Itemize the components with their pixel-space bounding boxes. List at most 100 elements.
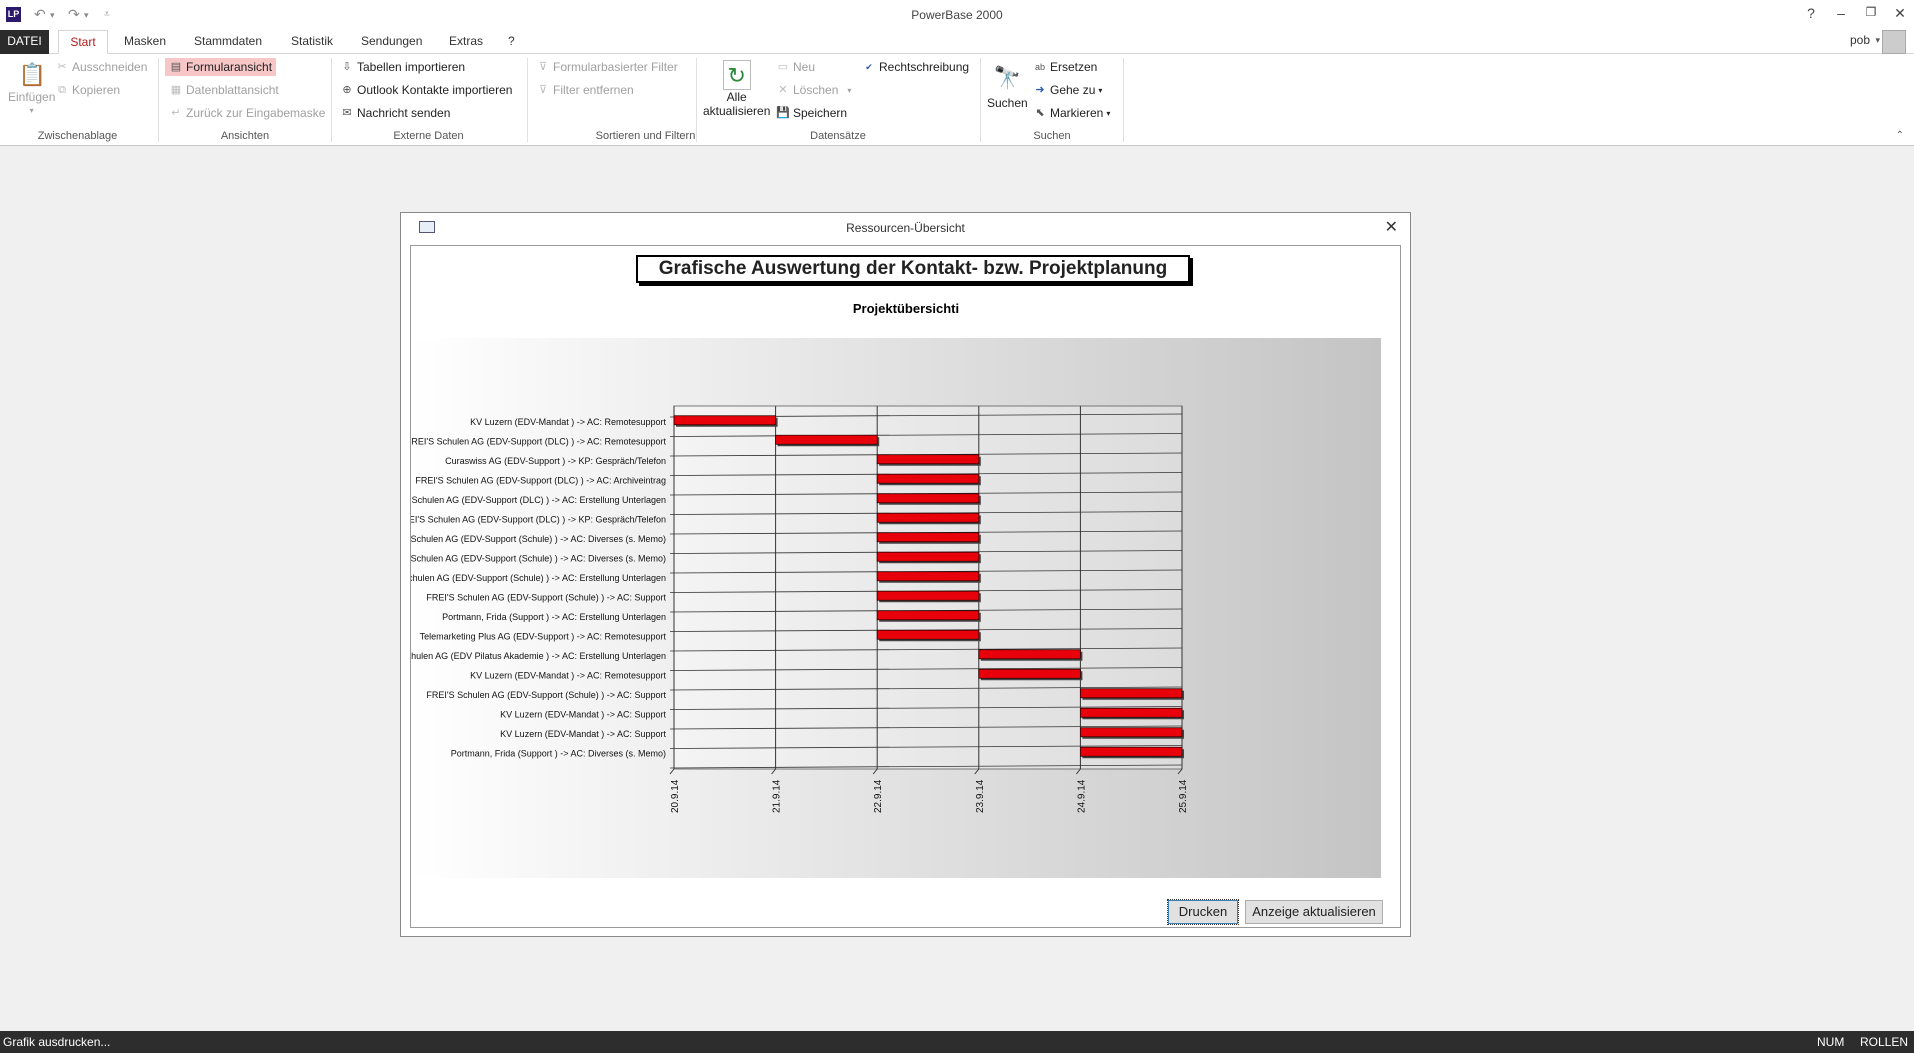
form-filter-button[interactable]: ⊽ Formularbasierter Filter [536, 60, 678, 74]
tab-datei[interactable]: DATEI [0, 30, 49, 54]
tab-statistik[interactable]: Statistik [285, 30, 339, 54]
back-icon: ↵ [171, 107, 181, 119]
group-external-data: Externe Daten [393, 130, 464, 142]
goto-button[interactable]: ➜ Gehe zu ▾ [1033, 83, 1102, 97]
y-category-label: KV Luzern (EDV-Mandat ) -> AC: Remotesup… [470, 670, 666, 680]
y-category-label: FREI'S Schulen AG (EDV-Support (DLC) ) -… [415, 475, 666, 485]
x-tick-label: 23.9.14 [975, 779, 986, 813]
filter-icon: ⊽ [538, 61, 548, 73]
tab-start[interactable]: Start [58, 30, 108, 54]
copy-button[interactable]: ⧉ Kopieren [55, 83, 120, 97]
import-outlook-label: Outlook Kontakte importieren [357, 83, 513, 97]
gantt-bar [876, 551, 980, 562]
form-view-button[interactable]: ▤ Formularansicht [165, 58, 277, 76]
back-to-input-button[interactable]: ↵ Zurück zur Eingabemaske [169, 106, 325, 120]
dialog-title: Ressourcen-Übersicht [846, 221, 965, 235]
clipboard-icon: 📋 [18, 62, 47, 87]
import-outlook-button[interactable]: ⊕ Outlook Kontakte importieren [340, 83, 512, 97]
x-tick-label: 22.9.14 [873, 779, 884, 813]
sheet-view-label: Datenblattansicht [186, 83, 279, 97]
tab-masken[interactable]: Masken [118, 30, 172, 54]
y-category-label: FREI'S Schulen AG (EDV-Support (Schule) … [411, 534, 666, 544]
import-icon: ⇩ [342, 61, 352, 73]
copy-icon: ⧉ [58, 84, 66, 96]
title-bar: LP ↶ ▾ ↷ ▾ ⩡ PowerBase 2000 ? – ❐ ✕ [0, 0, 1914, 30]
gantt-bar [876, 629, 980, 640]
minimize-icon[interactable]: – [1831, 5, 1851, 21]
message-icon: ✉ [342, 107, 352, 119]
group-clipboard: Zwischenablage [37, 130, 118, 142]
y-category-label: FREI'S Schulen AG (EDV-Support (DLC) ) -… [411, 514, 666, 524]
status-bar: Grafik ausdrucken... NUM ROLLEN [0, 1031, 1914, 1053]
replace-button[interactable]: ab Ersetzen [1033, 60, 1097, 74]
paste-button[interactable]: 📋 Einfügen ▾ [8, 62, 55, 115]
sheet-view-button[interactable]: ▦ Datenblattansicht [169, 83, 279, 97]
delete-icon: ✕ [778, 84, 788, 96]
group-separator [158, 58, 159, 142]
delete-dropdown-icon: ▾ [847, 85, 852, 95]
save-record-button[interactable]: 💾 Speichern [776, 106, 847, 120]
find-label: Suchen [987, 96, 1028, 110]
paste-label: Einfügen [8, 90, 56, 104]
gantt-bar [876, 512, 980, 523]
y-category-label: FREI'S Schulen AG (EDV-Support (DLC) ) -… [411, 495, 666, 505]
datasheet-icon: ▦ [170, 84, 182, 96]
y-category-label: FREI'S Schulen AG (EDV Pilatus Akademie … [411, 651, 666, 661]
tab-sendungen[interactable]: Sendungen [355, 30, 428, 54]
resource-overview-dialog: Ressourcen-Übersicht ✕ Grafische Auswert… [400, 212, 1411, 937]
gantt-bar [1080, 688, 1183, 699]
gantt-bar [876, 493, 980, 504]
close-window-icon[interactable]: ✕ [1890, 5, 1910, 22]
y-category-label: FREI'S Schulen AG (EDV-Support (Schule) … [426, 592, 666, 602]
tab-help[interactable]: ? [502, 30, 521, 54]
close-dialog-icon[interactable]: ✕ [1385, 217, 1398, 237]
gantt-bar [876, 532, 980, 543]
x-tick-label: 21.9.14 [772, 779, 783, 813]
spellcheck-button[interactable]: ✔ Rechtschreibung [862, 60, 969, 74]
refresh-label-2: aktualisieren [703, 104, 771, 118]
send-message-label: Nachricht senden [357, 106, 451, 120]
group-separator [980, 58, 981, 142]
collapse-ribbon-icon[interactable]: ⌃ [1896, 130, 1904, 141]
tab-extras[interactable]: Extras [443, 30, 489, 54]
group-separator [1123, 58, 1124, 142]
dialog-body: Grafische Auswertung der Kontakt- bzw. P… [410, 245, 1401, 928]
tab-stammdaten[interactable]: Stammdaten [188, 30, 268, 54]
print-button[interactable]: Drucken [1167, 899, 1239, 925]
gantt-bar [978, 668, 1081, 679]
outlook-import-icon: ⊕ [342, 84, 352, 96]
refresh-all-button[interactable]: ↻ Alle aktualisieren [703, 60, 770, 118]
binoculars-icon: 🔭 [993, 65, 1022, 90]
import-tables-button[interactable]: ⇩ Tabellen importieren [340, 60, 465, 74]
gantt-chart: Projektübersichti 20.9.14 21.9.14 22.9.14 2… [411, 301, 1381, 878]
gantt-bar [876, 473, 980, 484]
select-button[interactable]: ⬉ Markieren ▾ [1033, 106, 1110, 120]
user-name[interactable]: pob [1850, 33, 1870, 47]
user-dropdown-icon[interactable]: ▾ [1875, 35, 1880, 46]
refresh-display-button[interactable]: Anzeige aktualisieren [1245, 900, 1383, 924]
new-record-button[interactable]: ▭ Neu [776, 60, 815, 74]
send-message-button[interactable]: ✉ Nachricht senden [340, 106, 450, 120]
remove-filter-button[interactable]: ⊽ Filter entfernen [536, 83, 634, 97]
y-category-label: FREI'S Schulen AG (EDV-Support (Schule) … [411, 553, 666, 563]
y-category-label: KV Luzern (EDV-Mandat ) -> AC: Support [500, 709, 666, 719]
back-label: Zurück zur Eingabemaske [186, 106, 326, 120]
scissors-icon: ✂ [57, 61, 67, 73]
save-label: Speichern [793, 106, 848, 120]
avatar[interactable] [1882, 30, 1906, 54]
help-button[interactable]: ? [1801, 5, 1821, 21]
gantt-bar [978, 649, 1081, 660]
form-view-label: Formularansicht [186, 60, 273, 74]
y-category-label: Curaswiss AG (EDV-Support ) -> KP: Gespr… [445, 456, 666, 466]
delete-record-button[interactable]: ✕ Löschen ▾ [776, 83, 851, 97]
refresh-icon: ↻ [722, 60, 751, 90]
spellcheck-label: Rechtschreibung [879, 60, 970, 74]
restore-icon[interactable]: ❐ [1861, 5, 1881, 19]
cut-button[interactable]: ✂ Ausschneiden [55, 60, 147, 74]
new-label: Neu [793, 60, 816, 74]
find-button[interactable]: 🔭 Suchen [987, 64, 1028, 110]
import-tables-label: Tabellen importieren [357, 60, 466, 74]
goto-label: Gehe zu [1050, 83, 1096, 97]
x-tick-label: 24.9.14 [1076, 779, 1087, 813]
chart-title: Projektübersichti [853, 301, 959, 316]
